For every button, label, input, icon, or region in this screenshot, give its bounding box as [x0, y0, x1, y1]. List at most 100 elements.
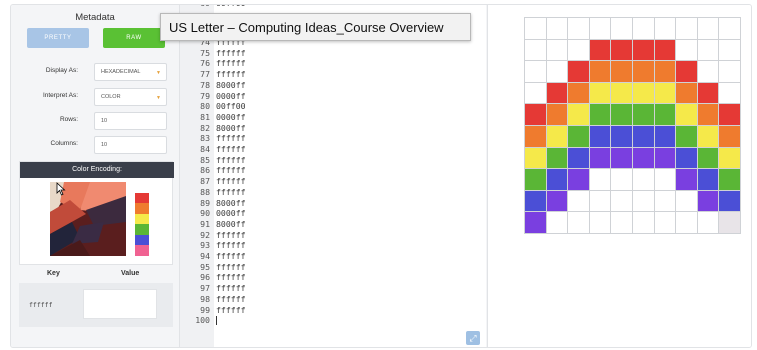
pixel-cell[interactable] [546, 82, 569, 105]
pixel-cell[interactable] [676, 126, 698, 148]
pixel-cell[interactable] [525, 61, 547, 83]
color-swatch[interactable] [135, 224, 149, 235]
pixel-cell[interactable] [568, 190, 590, 213]
pixel-cell[interactable] [589, 169, 612, 191]
pixel-cell[interactable] [633, 18, 655, 40]
pixel-cell[interactable] [568, 147, 590, 170]
pixel-cell[interactable] [589, 212, 612, 234]
pixel-cell[interactable] [525, 147, 547, 170]
pixel-cell[interactable] [676, 212, 698, 234]
pixel-cell[interactable] [654, 190, 677, 213]
pixel-cell[interactable] [633, 39, 655, 62]
pixel-cell[interactable] [611, 147, 633, 170]
pixel-cell[interactable] [719, 18, 741, 40]
pixel-cell[interactable] [633, 169, 655, 191]
pixel-cell[interactable] [719, 126, 741, 148]
pixel-cell[interactable] [525, 18, 547, 40]
pixel-cell[interactable] [654, 82, 677, 105]
pixel-cell[interactable] [719, 169, 741, 191]
color-swatch[interactable] [135, 182, 149, 193]
pretty-button[interactable]: PRETTY [27, 28, 89, 48]
pixel-cell[interactable] [697, 104, 720, 126]
pixel-cell[interactable] [719, 39, 741, 62]
pixel-cell[interactable] [633, 147, 655, 170]
pixel-cell[interactable] [697, 190, 720, 213]
pixel-cell[interactable] [568, 212, 590, 234]
pixel-cell[interactable] [611, 169, 633, 191]
pixel-cell[interactable] [697, 147, 720, 170]
expand-icon[interactable]: ⤢ [466, 331, 480, 345]
pixel-cell[interactable] [719, 104, 741, 126]
interpret-as-select[interactable]: COLOR ▼ [94, 88, 167, 106]
pixel-cell[interactable] [611, 104, 633, 126]
pixel-cell[interactable] [546, 169, 569, 191]
pixel-cell[interactable] [611, 61, 633, 83]
pixel-cell[interactable] [676, 18, 698, 40]
pixel-cell[interactable] [654, 169, 677, 191]
pixel-cell[interactable] [525, 126, 547, 148]
pixel-cell[interactable] [525, 212, 547, 234]
pixel-cell[interactable] [568, 61, 590, 83]
pixel-cell[interactable] [697, 61, 720, 83]
pixel-cell[interactable] [589, 147, 612, 170]
pixel-cell[interactable] [546, 190, 569, 213]
pixel-cell[interactable] [589, 126, 612, 148]
pixel-cell[interactable] [676, 190, 698, 213]
pixel-cell[interactable] [697, 126, 720, 148]
pixel-cell[interactable] [611, 82, 633, 105]
pixel-cell[interactable] [525, 104, 547, 126]
pixel-cell[interactable] [589, 39, 612, 62]
color-value-field[interactable] [83, 289, 157, 319]
pixel-cell[interactable] [589, 18, 612, 40]
pixel-cell[interactable] [697, 18, 720, 40]
pixel-cell[interactable] [633, 212, 655, 234]
pixel-cell[interactable] [611, 126, 633, 148]
rows-input[interactable]: 10 [94, 112, 167, 130]
pixel-cell[interactable] [719, 190, 741, 213]
columns-input[interactable]: 10 [94, 136, 167, 154]
pixel-cell[interactable] [633, 82, 655, 105]
pixel-cell[interactable] [654, 212, 677, 234]
pixel-cell[interactable] [568, 169, 590, 191]
pixel-cell[interactable] [611, 18, 633, 40]
pixel-cell[interactable] [633, 104, 655, 126]
pixel-cell[interactable] [611, 212, 633, 234]
pixel-cell[interactable] [633, 190, 655, 213]
pixel-cell[interactable] [525, 82, 547, 105]
pixel-cell[interactable] [546, 61, 569, 83]
pixel-cell[interactable] [546, 147, 569, 170]
pixel-cell[interactable] [589, 190, 612, 213]
pixel-cell[interactable] [654, 61, 677, 83]
color-swatch[interactable] [135, 213, 149, 225]
pixel-cell[interactable] [546, 126, 569, 148]
pixel-cell[interactable] [525, 39, 547, 62]
pixel-cell[interactable] [676, 39, 698, 62]
pixel-cell[interactable] [654, 39, 677, 62]
pixel-cell[interactable] [525, 190, 547, 213]
pixel-cell[interactable] [676, 104, 698, 126]
pixel-cell[interactable] [654, 18, 677, 40]
pixel-cell[interactable] [676, 147, 698, 170]
hex-code-editor[interactable]: 6900ff00720000ff738000ff74ffffff75ffffff… [179, 5, 486, 347]
pixel-cell[interactable] [568, 126, 590, 148]
color-swatch[interactable] [135, 234, 149, 246]
pixel-cell[interactable] [589, 104, 612, 126]
pixel-cell[interactable] [697, 212, 720, 234]
pixel-cell[interactable] [676, 169, 698, 191]
raw-button[interactable]: RAW [103, 28, 165, 48]
color-swatch[interactable] [135, 203, 149, 214]
pixel-cell[interactable] [589, 82, 612, 105]
color-swatch[interactable] [135, 192, 149, 204]
pixel-cell[interactable] [611, 39, 633, 62]
pixel-cell[interactable] [719, 147, 741, 170]
pixel-cell[interactable] [568, 39, 590, 62]
pixel-cell[interactable] [589, 61, 612, 83]
pixel-cell[interactable] [676, 61, 698, 83]
pixel-cell[interactable] [568, 104, 590, 126]
pixel-cell[interactable] [568, 82, 590, 105]
color-swatch[interactable] [135, 245, 149, 256]
pixel-grid[interactable] [524, 17, 741, 234]
pixel-cell[interactable] [525, 169, 547, 191]
pixel-cell[interactable] [546, 39, 569, 62]
pixel-cell[interactable] [546, 212, 569, 234]
